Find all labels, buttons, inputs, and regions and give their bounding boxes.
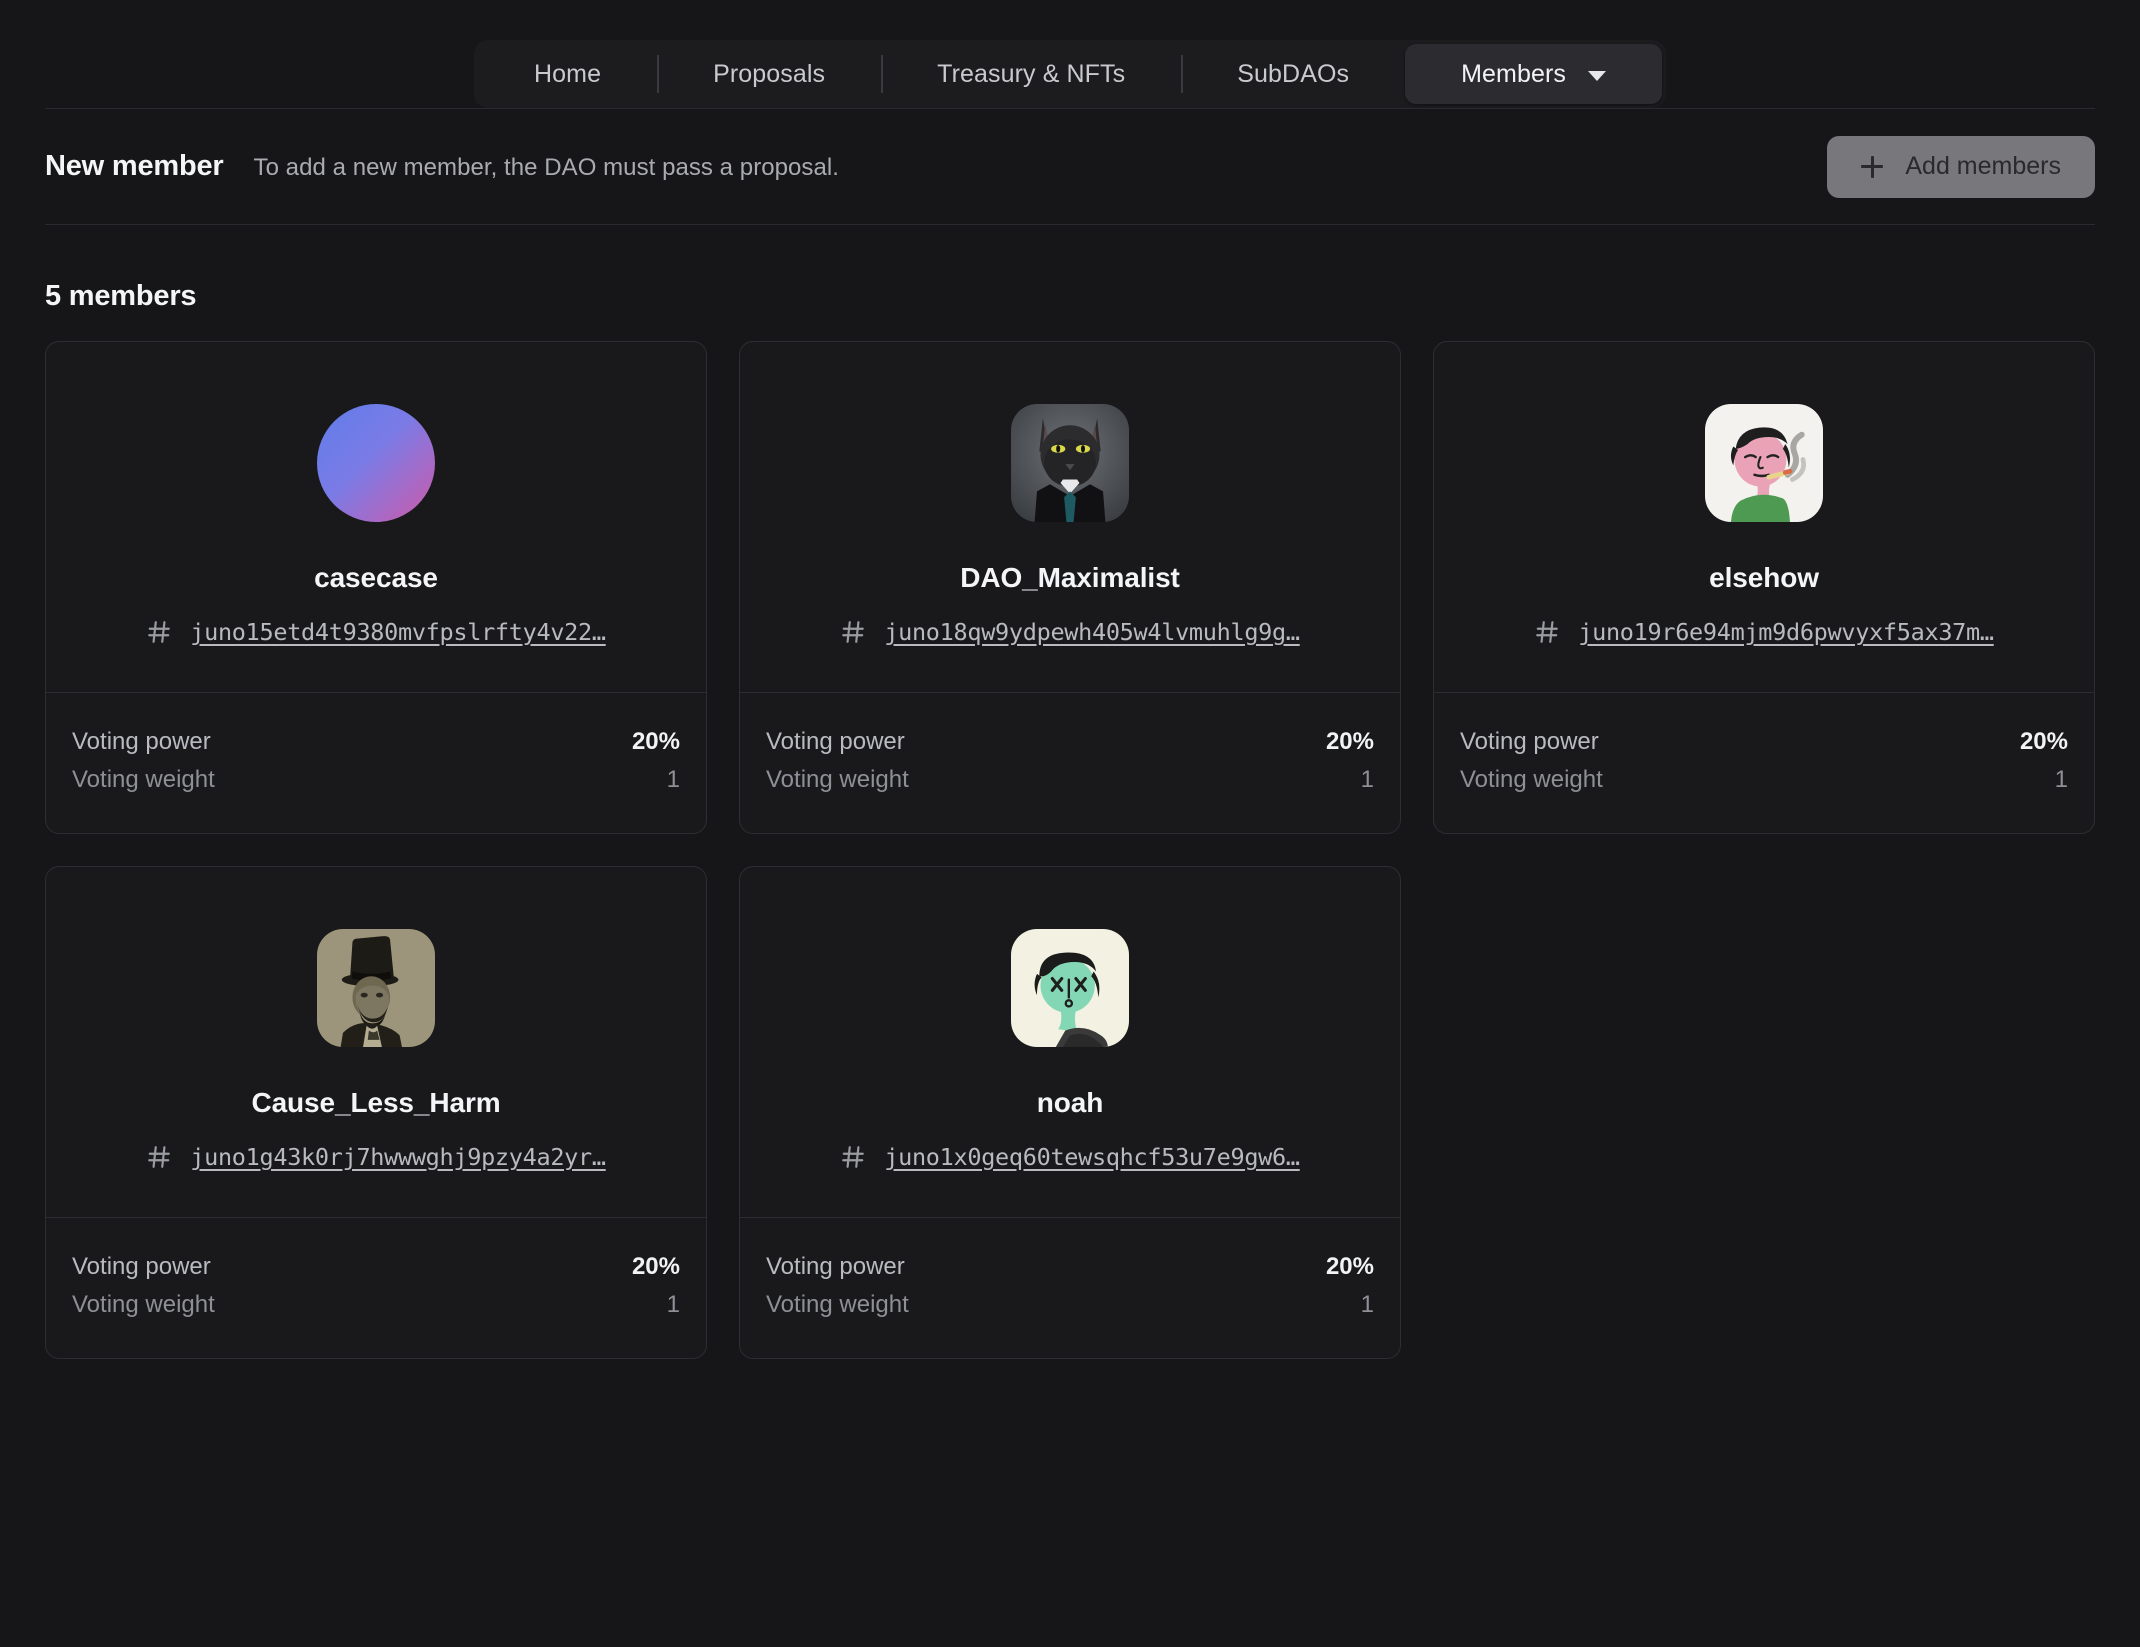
member-address-link[interactable]: juno18qw9ydpewh405w4lvmuhlg9g… — [884, 618, 1299, 646]
voting-weight-stat: Voting weight 1 — [72, 1286, 680, 1324]
divider-bottom — [45, 224, 2095, 225]
voting-power-stat: Voting power 20% — [766, 1248, 1374, 1286]
member-card-header: elsehow juno19r6e94mjm9d6pwvyxf5ax37m… — [1434, 342, 2094, 692]
voting-power-label: Voting power — [72, 1253, 211, 1281]
member-card-header: casecase juno15etd4t9380mvfpslrfty4v22… — [46, 342, 706, 692]
member-card-stats: Voting power 20% Voting weight 1 — [1434, 692, 2094, 833]
member-name: casecase — [314, 562, 438, 594]
voting-power-value: 20% — [632, 728, 680, 756]
voting-weight-stat: Voting weight 1 — [72, 761, 680, 799]
nav-tab-label: Proposals — [713, 60, 825, 89]
tabbar-container: Home Proposals Treasury & NFTs SubDAOs Membe… — [0, 0, 2140, 108]
dao-nav-tabs: Home Proposals Treasury & NFTs SubDAOs Membe… — [474, 40, 1666, 108]
voting-power-stat: Voting power 20% — [1460, 723, 2068, 761]
voting-weight-stat: Voting weight 1 — [1460, 761, 2068, 799]
nav-tab-subdaos[interactable]: SubDAOs — [1181, 44, 1405, 104]
sketch-green-face-avatar — [1011, 929, 1129, 1047]
add-members-button[interactable]: Add members — [1827, 136, 2095, 198]
member-card[interactable]: elsehow juno19r6e94mjm9d6pwvyxf5ax37m… Vot… — [1433, 341, 2095, 834]
member-card[interactable]: DAO_Maximalist juno18qw9ydpewh405w4lvmuhl… — [739, 341, 1401, 834]
new-member-text-group: New member To add a new member, the DAO … — [45, 150, 839, 183]
nav-tab-treasury-nfts[interactable]: Treasury & NFTs — [881, 44, 1181, 104]
voting-power-stat: Voting power 20% — [72, 723, 680, 761]
voting-weight-value: 1 — [667, 766, 680, 794]
member-address-row[interactable]: juno19r6e94mjm9d6pwvyxf5ax37m… — [1534, 618, 1993, 646]
member-name: DAO_Maximalist — [960, 562, 1180, 594]
hash-icon — [146, 1144, 172, 1170]
voting-weight-value: 1 — [2055, 766, 2068, 794]
member-address-link[interactable]: juno1x0geq60tewsqhcf53u7e9gw6… — [884, 1143, 1299, 1171]
member-name: noah — [1037, 1087, 1103, 1119]
voting-power-label: Voting power — [72, 728, 211, 756]
nav-tab-home[interactable]: Home — [478, 44, 657, 104]
member-name: elsehow — [1709, 562, 1819, 594]
member-address-row[interactable]: juno15etd4t9380mvfpslrfty4v22… — [146, 618, 605, 646]
voting-power-value: 20% — [1326, 1253, 1374, 1281]
top-hat-gentleman-avatar — [317, 929, 435, 1047]
nav-tab-proposals[interactable]: Proposals — [657, 44, 881, 104]
sketch-smoker-avatar — [1705, 404, 1823, 522]
voting-weight-label: Voting weight — [766, 766, 909, 794]
new-member-description: To add a new member, the DAO must pass a… — [254, 154, 839, 182]
voting-weight-label: Voting weight — [1460, 766, 1603, 794]
member-address-row[interactable]: juno1g43k0rj7hwwwghj9pzy4a2yr… — [146, 1143, 605, 1171]
members-grid: casecase juno15etd4t9380mvfpslrfty4v22… Vo… — [45, 341, 2095, 1359]
voting-power-value: 20% — [1326, 728, 1374, 756]
member-address-link[interactable]: juno19r6e94mjm9d6pwvyxf5ax37m… — [1578, 618, 1993, 646]
nav-tab-label: Home — [534, 60, 601, 89]
hash-icon — [1534, 619, 1560, 645]
member-card-header: Cause_Less_Harm juno1g43k0rj7hwwwghj9pzy4… — [46, 867, 706, 1217]
member-card-header: noah juno1x0geq60tewsqhcf53u7e9gw6… — [740, 867, 1400, 1217]
add-members-label: Add members — [1905, 152, 2061, 181]
member-card-stats: Voting power 20% Voting weight 1 — [46, 1217, 706, 1358]
plus-icon — [1861, 156, 1883, 178]
member-card-stats: Voting power 20% Voting weight 1 — [46, 692, 706, 833]
hash-icon — [840, 619, 866, 645]
voting-weight-value: 1 — [1361, 766, 1374, 794]
members-count-heading: 5 members — [45, 280, 2095, 313]
nav-tab-label: Members — [1461, 60, 1566, 89]
voting-power-label: Voting power — [766, 1253, 905, 1281]
member-card[interactable]: casecase juno15etd4t9380mvfpslrfty4v22… Vo… — [45, 341, 707, 834]
member-card-header: DAO_Maximalist juno18qw9ydpewh405w4lvmuhl… — [740, 342, 1400, 692]
member-address-row[interactable]: juno1x0geq60tewsqhcf53u7e9gw6… — [840, 1143, 1299, 1171]
member-card[interactable]: Cause_Less_Harm juno1g43k0rj7hwwwghj9pzy4… — [45, 866, 707, 1359]
voting-weight-label: Voting weight — [72, 766, 215, 794]
voting-power-label: Voting power — [766, 728, 905, 756]
voting-weight-stat: Voting weight 1 — [766, 1286, 1374, 1324]
members-page: Home Proposals Treasury & NFTs SubDAOs Membe… — [0, 0, 2140, 1647]
nav-tab-members[interactable]: Members — [1405, 44, 1662, 104]
new-member-title: New member — [45, 150, 224, 183]
voting-weight-stat: Voting weight 1 — [766, 761, 1374, 799]
voting-power-value: 20% — [2020, 728, 2068, 756]
voting-weight-value: 1 — [1361, 1291, 1374, 1319]
new-member-row: New member To add a new member, the DAO … — [45, 109, 2095, 224]
voting-weight-label: Voting weight — [72, 1291, 215, 1319]
member-card-stats: Voting power 20% Voting weight 1 — [740, 1217, 1400, 1358]
voting-power-label: Voting power — [1460, 728, 1599, 756]
voting-weight-label: Voting weight — [766, 1291, 909, 1319]
nav-tab-label: Treasury & NFTs — [937, 60, 1125, 89]
member-address-row[interactable]: juno18qw9ydpewh405w4lvmuhlg9g… — [840, 618, 1299, 646]
nav-tab-label: SubDAOs — [1237, 60, 1349, 89]
voting-power-stat: Voting power 20% — [72, 1248, 680, 1286]
voting-power-stat: Voting power 20% — [766, 723, 1374, 761]
gradient-orb-avatar — [317, 404, 435, 522]
member-address-link[interactable]: juno1g43k0rj7hwwwghj9pzy4a2yr… — [190, 1143, 605, 1171]
hash-icon — [840, 1144, 866, 1170]
voting-weight-value: 1 — [667, 1291, 680, 1319]
member-card-stats: Voting power 20% Voting weight 1 — [740, 692, 1400, 833]
suited-cat-avatar — [1011, 404, 1129, 522]
member-name: Cause_Less_Harm — [251, 1087, 500, 1119]
voting-power-value: 20% — [632, 1253, 680, 1281]
member-address-link[interactable]: juno15etd4t9380mvfpslrfty4v22… — [190, 618, 605, 646]
chevron-down-icon — [1588, 71, 1606, 81]
member-card[interactable]: noah juno1x0geq60tewsqhcf53u7e9gw6… Voting… — [739, 866, 1401, 1359]
hash-icon — [146, 619, 172, 645]
